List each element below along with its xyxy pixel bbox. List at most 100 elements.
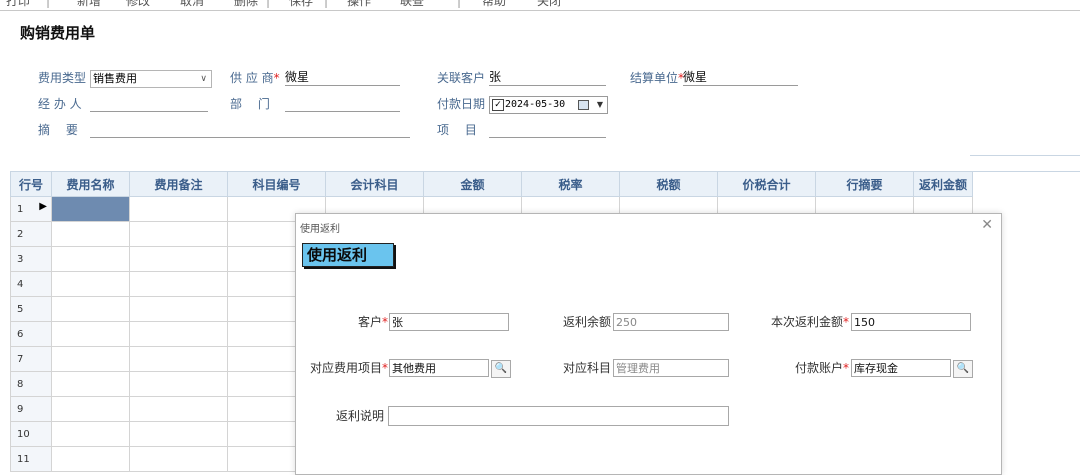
grid-cell[interactable] bbox=[129, 346, 228, 372]
row-number: 4 bbox=[10, 271, 52, 297]
menu-new[interactable]: 新增 bbox=[77, 0, 101, 10]
pay-account-field[interactable]: 库存现金 bbox=[851, 359, 951, 377]
fee-type-select[interactable]: 销售费用 ∨ bbox=[90, 70, 212, 88]
menu-separator: | bbox=[266, 0, 271, 8]
handler-field[interactable] bbox=[90, 96, 208, 112]
grid-cell[interactable] bbox=[129, 296, 228, 322]
customer-field[interactable]: 张 bbox=[389, 313, 509, 331]
rebate-note-field[interactable] bbox=[388, 406, 729, 426]
grid-cell[interactable] bbox=[129, 371, 228, 397]
customer-label: 客户* bbox=[296, 313, 388, 331]
grid-cell[interactable] bbox=[51, 246, 130, 272]
supplier-label: 供 应 商* bbox=[230, 70, 280, 86]
grid-cell[interactable] bbox=[129, 246, 228, 272]
column-header[interactable]: 返利金额 bbox=[913, 171, 973, 197]
checkbox-checked-icon[interactable]: ✓ bbox=[492, 99, 504, 111]
menu-delete[interactable]: 删除 bbox=[234, 0, 258, 10]
column-header[interactable]: 税额 bbox=[619, 171, 718, 197]
column-header[interactable]: 行摘要 bbox=[815, 171, 914, 197]
menu-cancel[interactable]: 取消 bbox=[180, 0, 204, 10]
column-header[interactable]: 会计科目 bbox=[325, 171, 424, 197]
grid-cell[interactable] bbox=[51, 296, 130, 322]
pay-account-label-text: 付款账户 bbox=[794, 361, 843, 375]
row-number: 2 bbox=[10, 221, 52, 247]
column-header[interactable]: 费用备注 bbox=[129, 171, 228, 197]
menu-close[interactable]: 关闭 bbox=[537, 0, 561, 10]
required-mark: * bbox=[382, 361, 388, 375]
related-customer-field[interactable]: 张 bbox=[489, 70, 606, 86]
menu-save[interactable]: 保存 bbox=[289, 0, 313, 10]
rebate-balance-field: 250 bbox=[613, 313, 729, 331]
column-header[interactable]: 金额 bbox=[423, 171, 522, 197]
payment-date-value: 2024-05-30 bbox=[505, 99, 566, 110]
menu-print[interactable]: 打印 bbox=[6, 0, 30, 10]
grid-cell[interactable] bbox=[129, 446, 228, 472]
column-header[interactable]: 行号 bbox=[10, 171, 52, 197]
calendar-icon[interactable] bbox=[578, 100, 589, 110]
grid-cell[interactable] bbox=[129, 321, 228, 347]
grid-top-divider bbox=[970, 155, 1080, 156]
grid-cell[interactable] bbox=[51, 371, 130, 397]
menu-edit[interactable]: 修改 bbox=[126, 0, 150, 10]
settlement-unit-label-text: 结算单位 bbox=[630, 71, 679, 85]
grid-cell-current[interactable] bbox=[51, 196, 130, 222]
pay-account-label: 付款账户* bbox=[746, 359, 849, 377]
payment-date-picker[interactable]: ✓ 2024-05-30 ▼ bbox=[489, 96, 608, 114]
column-header[interactable]: 科目编号 bbox=[227, 171, 326, 197]
search-icon[interactable]: 🔍 bbox=[953, 360, 973, 378]
row-number: 11 bbox=[10, 446, 52, 472]
grid-cell[interactable] bbox=[51, 346, 130, 372]
project-label: 项 目 bbox=[437, 123, 477, 137]
fee-item-field[interactable]: 其他费用 bbox=[389, 359, 489, 377]
close-icon[interactable]: ✕ bbox=[981, 217, 993, 233]
grid-cell[interactable] bbox=[129, 221, 228, 247]
search-icon[interactable]: 🔍 bbox=[491, 360, 511, 378]
grid-cell[interactable] bbox=[51, 321, 130, 347]
column-header[interactable]: 价税合计 bbox=[717, 171, 816, 197]
project-field[interactable] bbox=[489, 122, 606, 138]
related-customer-label: 关联客户 bbox=[437, 71, 486, 85]
use-rebate-dialog: 使用返利 ✕ 使用返利 客户* 张 返利余额 250 本次返利金额* 150 对… bbox=[295, 213, 1002, 475]
menu-help[interactable]: 帮助 bbox=[482, 0, 506, 10]
this-rebate-amount-field[interactable]: 150 bbox=[851, 313, 971, 331]
column-header[interactable]: 税率 bbox=[521, 171, 620, 197]
menu-query[interactable]: 联查 bbox=[400, 0, 424, 10]
customer-label-text: 客户 bbox=[357, 315, 382, 329]
summary-label: 摘 要 bbox=[38, 123, 78, 137]
handler-label: 经 办 人 bbox=[38, 97, 82, 111]
subject-field: 管理费用 bbox=[613, 359, 729, 377]
grid-cell[interactable] bbox=[129, 396, 228, 422]
grid-cell[interactable] bbox=[51, 396, 130, 422]
rebate-note-label: 返利说明 bbox=[335, 409, 384, 423]
fee-item-label: 对应费用项目* bbox=[296, 359, 388, 377]
menu-separator: | bbox=[46, 0, 51, 8]
grid-cell[interactable] bbox=[129, 196, 228, 222]
dropdown-arrow-icon[interactable]: ▼ bbox=[597, 97, 603, 113]
column-header[interactable]: 费用名称 bbox=[51, 171, 130, 197]
required-mark: * bbox=[843, 315, 849, 329]
settlement-unit-field[interactable]: 微星 bbox=[683, 70, 798, 86]
menu-separator: | bbox=[457, 0, 462, 8]
grid-cell[interactable] bbox=[129, 271, 228, 297]
supplier-field[interactable]: 微星 bbox=[285, 70, 400, 86]
grid-cell[interactable] bbox=[51, 421, 130, 447]
menu-operate[interactable]: 操作 bbox=[347, 0, 371, 10]
row-number: 10 bbox=[10, 421, 52, 447]
dept-field[interactable] bbox=[285, 96, 400, 112]
payment-date-label: 付款日期 bbox=[437, 97, 486, 111]
grid-cell[interactable] bbox=[51, 446, 130, 472]
row-number-text: 1 bbox=[17, 203, 24, 215]
grid-cell[interactable] bbox=[129, 421, 228, 447]
row-number: 9 bbox=[10, 396, 52, 422]
menu-bar: 打印 | 新增 修改 取消 删除 | 保存 | 操作 联查 | 帮助 关闭 bbox=[0, 0, 1080, 11]
grid-header-divider bbox=[970, 171, 1080, 172]
row-number: 7 bbox=[10, 346, 52, 372]
fee-type-label: 费用类型 bbox=[38, 71, 87, 85]
grid-cell[interactable] bbox=[51, 221, 130, 247]
dept-label: 部 门 bbox=[230, 97, 270, 111]
row-number: 1 ▶ bbox=[10, 196, 52, 222]
page-title: 购销费用单 bbox=[20, 24, 96, 42]
grid-cell[interactable] bbox=[51, 271, 130, 297]
summary-field[interactable] bbox=[90, 122, 410, 138]
row-number: 6 bbox=[10, 321, 52, 347]
